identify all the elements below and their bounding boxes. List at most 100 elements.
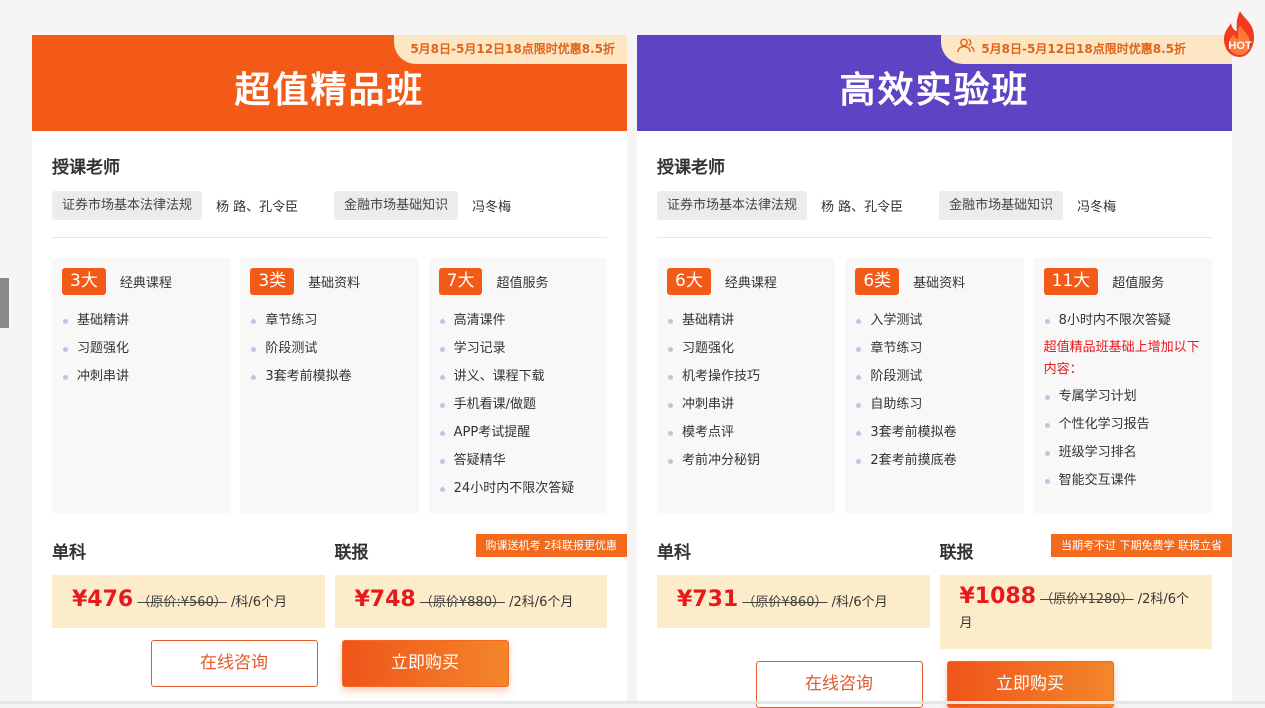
feature-boxes: 6大经典课程 基础精讲 习题强化 机考操作技巧 冲刺串讲 模考点评 考前冲分秘钥… bbox=[637, 258, 1232, 513]
hot-label: HOT bbox=[1228, 40, 1252, 52]
list-item: 阶段测试 bbox=[250, 335, 408, 363]
list-item: 3套考前模拟卷 bbox=[855, 419, 1013, 447]
card-title: 高效实验班 bbox=[637, 61, 1232, 113]
price-unit: /2科/6个月 bbox=[509, 595, 573, 610]
subject-tag: 证券市场基本法律法规 bbox=[657, 191, 807, 220]
count-badge: 6类 bbox=[855, 268, 899, 295]
list-item: 个性化学习报告 bbox=[1044, 411, 1202, 439]
promo-banner: 5月8日-5月12日18点限时优惠8.5折 bbox=[941, 35, 1232, 64]
box-label: 超值服务 bbox=[1112, 272, 1164, 291]
card-header: 5月8日-5月12日18点限时优惠8.5折 HOT 高效实验班 bbox=[637, 35, 1232, 131]
teacher-names: 杨 路、孔令臣 bbox=[821, 196, 903, 215]
list-item: 讲义、课程下载 bbox=[439, 363, 597, 391]
box-label: 超值服务 bbox=[496, 272, 548, 291]
card-header: 5月8日-5月12日18点限时优惠8.5折 超值精品班 bbox=[32, 35, 627, 131]
teachers-section: 授课老师 证券市场基本法律法规 杨 路、孔令臣 金融市场基础知识 冯冬梅 bbox=[32, 153, 627, 238]
list-item: 2套考前摸底卷 bbox=[855, 447, 1013, 475]
list-item: 学习记录 bbox=[439, 335, 597, 363]
list-item: 阶段测试 bbox=[855, 363, 1013, 391]
price-single: 单科 ¥731 （原价¥860） /科/6个月 bbox=[657, 538, 930, 649]
subject-tag: 证券市场基本法律法规 bbox=[52, 191, 202, 220]
action-buttons: 在线咨询 立即购买 bbox=[32, 640, 627, 687]
upgrade-note: 超值精品班基础上增加以下内容： bbox=[1044, 337, 1202, 381]
list-item: 专属学习计划 bbox=[1044, 383, 1202, 411]
price-now: ¥1088 bbox=[960, 584, 1037, 609]
price-original: （原价¥880） bbox=[420, 595, 505, 610]
teacher-names: 冯冬梅 bbox=[1077, 196, 1116, 215]
box-label: 经典课程 bbox=[120, 272, 172, 291]
list-item: 模考点评 bbox=[667, 419, 825, 447]
combo-promo-tag: 当期考不过 下期免费学 联报立省 bbox=[1051, 534, 1232, 557]
promo-text: 5月8日-5月12日18点限时优惠8.5折 bbox=[981, 42, 1186, 56]
consult-button[interactable]: 在线咨询 bbox=[151, 640, 318, 687]
teacher-names: 杨 路、孔令臣 bbox=[216, 196, 298, 215]
combo-promo-tag: 购课送机考 2科联报更优惠 bbox=[476, 534, 628, 557]
list-item: 考前冲分秘钥 bbox=[667, 447, 825, 475]
price-unit: /科/6个月 bbox=[832, 595, 888, 610]
hot-icon: HOT bbox=[1220, 9, 1260, 59]
side-scroll-tab[interactable] bbox=[0, 278, 9, 328]
teacher-row: 证券市场基本法律法规 杨 路、孔令臣 金融市场基础知识 冯冬梅 bbox=[52, 191, 607, 238]
price-unit: /科/6个月 bbox=[231, 595, 287, 610]
list-item: 24小时内不限次答疑 bbox=[439, 475, 597, 503]
price-combo: 联报 购课送机考 2科联报更优惠 ¥748 （原价¥880） /2科/6个月 bbox=[335, 538, 608, 628]
list-item: 高清课件 bbox=[439, 307, 597, 335]
list-item: 章节练习 bbox=[855, 335, 1013, 363]
list-item: 章节练习 bbox=[250, 307, 408, 335]
list-item: 机考操作技巧 bbox=[667, 363, 825, 391]
list-item: 智能交互课件 bbox=[1044, 467, 1202, 495]
list-item: 冲刺串讲 bbox=[62, 363, 220, 391]
list-item: 基础精讲 bbox=[667, 307, 825, 335]
feature-box-materials: 3类基础资料 章节练习 阶段测试 3套考前模拟卷 bbox=[240, 258, 418, 513]
list-item: 习题强化 bbox=[62, 335, 220, 363]
price-combo: 联报 当期考不过 下期免费学 联报立省 ¥1088 （原价¥1280） /2科/… bbox=[940, 538, 1213, 649]
list-item: 班级学习排名 bbox=[1044, 439, 1202, 467]
list-item: 8小时内不限次答疑 bbox=[1044, 307, 1202, 335]
list-item: 3套考前模拟卷 bbox=[250, 363, 408, 391]
price-single: 单科 ¥476 （原价:¥560） /科/6个月 bbox=[52, 538, 325, 628]
list-item: 基础精讲 bbox=[62, 307, 220, 335]
teacher-names: 冯冬梅 bbox=[472, 196, 511, 215]
price-label: 单科 bbox=[657, 538, 930, 563]
box-label: 经典课程 bbox=[725, 272, 777, 291]
users-icon bbox=[957, 35, 975, 64]
price-row: 单科 ¥731 （原价¥860） /科/6个月 联报 当期考不过 下期免费学 联… bbox=[637, 538, 1232, 649]
teacher-row: 证券市场基本法律法规 杨 路、孔令臣 金融市场基础知识 冯冬梅 bbox=[657, 191, 1212, 238]
price-original: （原价¥1280） bbox=[1040, 592, 1133, 607]
price-box: ¥731 （原价¥860） /科/6个月 bbox=[657, 575, 930, 628]
teachers-section: 授课老师 证券市场基本法律法规 杨 路、孔令臣 金融市场基础知识 冯冬梅 bbox=[637, 153, 1232, 238]
price-now: ¥748 bbox=[355, 587, 416, 612]
list-item: 答疑精华 bbox=[439, 447, 597, 475]
list-item: 入学测试 bbox=[855, 307, 1013, 335]
feature-box-services: 7大超值服务 高清课件 学习记录 讲义、课程下载 手机看课/做题 APP考试提醒… bbox=[429, 258, 607, 513]
subject-tag: 金融市场基础知识 bbox=[334, 191, 458, 220]
list-item: 自助练习 bbox=[855, 391, 1013, 419]
list-item: 习题强化 bbox=[667, 335, 825, 363]
feature-box-courses: 6大经典课程 基础精讲 习题强化 机考操作技巧 冲刺串讲 模考点评 考前冲分秘钥 bbox=[657, 258, 835, 513]
price-original: （原价:¥560） bbox=[137, 595, 226, 610]
price-box: ¥476 （原价:¥560） /科/6个月 bbox=[52, 575, 325, 628]
price-original: （原价¥860） bbox=[742, 595, 827, 610]
teachers-title: 授课老师 bbox=[657, 153, 1212, 178]
price-box: ¥1088 （原价¥1280） /2科/6个月 bbox=[940, 575, 1213, 649]
promo-banner: 5月8日-5月12日18点限时优惠8.5折 bbox=[394, 35, 627, 64]
list-item: APP考试提醒 bbox=[439, 419, 597, 447]
count-badge: 6大 bbox=[667, 268, 711, 295]
count-badge: 3大 bbox=[62, 268, 106, 295]
price-now: ¥476 bbox=[72, 587, 133, 612]
subject-tag: 金融市场基础知识 bbox=[939, 191, 1063, 220]
buy-button[interactable]: 立即购买 bbox=[342, 640, 509, 687]
feature-boxes: 3大经典课程 基础精讲 习题强化 冲刺串讲 3类基础资料 章节练习 阶段测试 3… bbox=[32, 258, 627, 513]
box-label: 基础资料 bbox=[913, 272, 965, 291]
feature-box-materials: 6类基础资料 入学测试 章节练习 阶段测试 自助练习 3套考前模拟卷 2套考前摸… bbox=[845, 258, 1023, 513]
list-item: 冲刺串讲 bbox=[667, 391, 825, 419]
card-title: 超值精品班 bbox=[32, 61, 627, 113]
list-item: 手机看课/做题 bbox=[439, 391, 597, 419]
price-label: 单科 bbox=[52, 538, 325, 563]
count-badge: 11大 bbox=[1044, 268, 1099, 295]
count-badge: 7大 bbox=[439, 268, 483, 295]
box-label: 基础资料 bbox=[308, 272, 360, 291]
price-row: 单科 ¥476 （原价:¥560） /科/6个月 联报 购课送机考 2科联报更优… bbox=[32, 538, 627, 628]
count-badge: 3类 bbox=[250, 268, 294, 295]
teachers-title: 授课老师 bbox=[52, 153, 607, 178]
